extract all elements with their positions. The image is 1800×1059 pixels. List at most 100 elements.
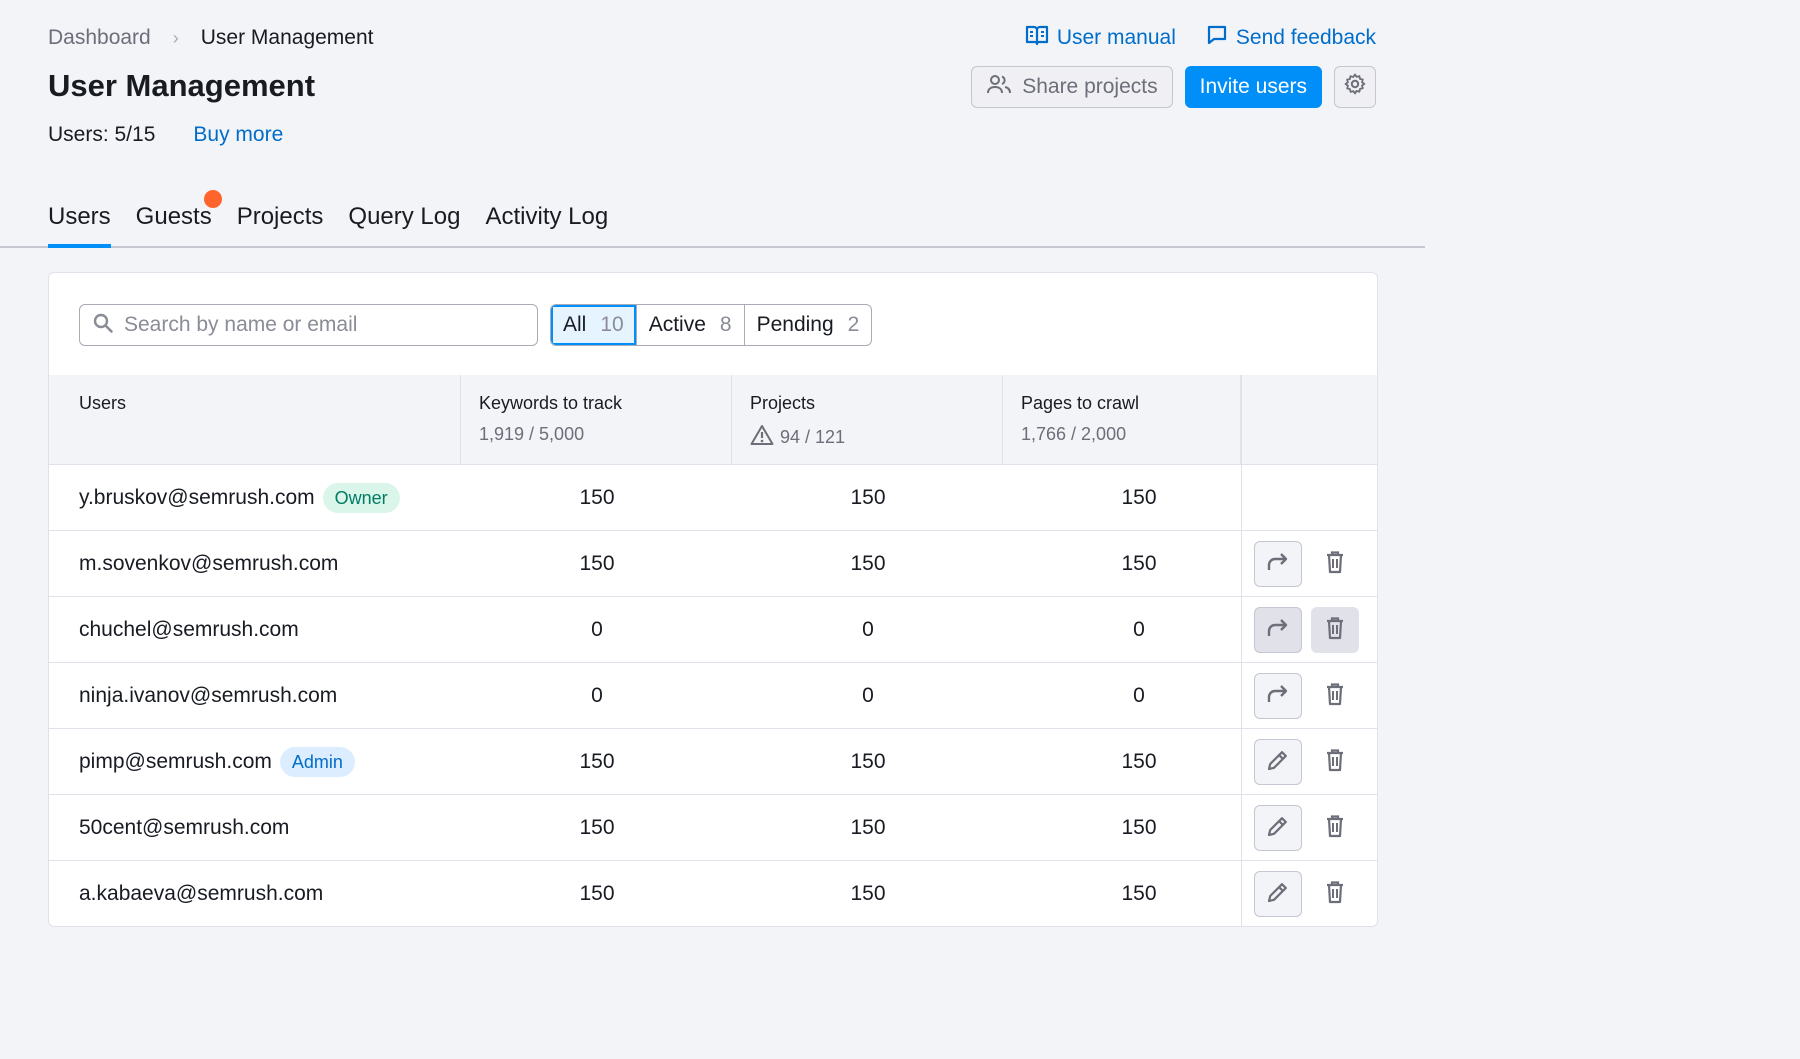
status-filter: All 10 Active 8 Pending 2 [550,304,873,346]
redo-icon [1265,550,1291,579]
tab-activity-log[interactable]: Activity Log [485,196,608,248]
delete-user-button[interactable] [1311,673,1359,719]
redo-icon [1265,682,1291,711]
user-email: a.kabaeva@semrush.com [79,882,324,905]
filter-all-count: 10 [600,313,624,336]
tab-projects[interactable]: Projects [237,196,324,248]
table-row[interactable]: 50cent@semrush.com 150 150 150 [49,795,1377,861]
users-icon [986,73,1012,101]
user-manual-link[interactable]: User manual [1025,24,1176,52]
tab-activity-log-label: Activity Log [485,203,609,230]
keywords-value: 150 [579,750,615,773]
table-toolbar: All 10 Active 8 Pending 2 [79,304,873,346]
column-projects-title: Projects [750,393,816,413]
resend-invite-button[interactable] [1254,607,1302,653]
pages-value: 150 [1121,882,1157,905]
keywords-value: 150 [579,486,615,509]
row-actions [1241,465,1377,531]
search-box [79,304,538,346]
pencil-icon [1266,814,1290,843]
row-actions [1241,861,1377,926]
owner-badge: Owner [322,483,400,513]
table-row[interactable]: pimp@semrush.com Admin 150 150 150 [49,729,1377,795]
tab-guests[interactable]: Guests [136,190,222,248]
row-actions [1241,729,1377,795]
search-input[interactable] [124,313,524,337]
breadcrumb-dashboard-link[interactable]: Dashboard [48,26,151,50]
column-projects[interactable]: Projects 94 / 121 [732,375,1003,465]
edit-user-button[interactable] [1254,871,1302,917]
tab-query-log-label: Query Log [348,203,461,230]
table-header: Users Keywords to track 1,919 / 5,000 Pr… [49,375,1377,465]
table-row[interactable]: y.bruskov@semrush.com Owner 150 150 150 [49,465,1377,531]
filter-active-count: 8 [719,313,732,336]
pages-value: 0 [1133,684,1145,707]
notification-dot [203,190,222,208]
delete-user-button[interactable] [1311,871,1359,917]
resend-invite-button[interactable] [1254,673,1302,719]
projects-value: 150 [850,552,886,575]
projects-value: 150 [850,816,886,839]
share-projects-button[interactable]: Share projects [971,66,1173,108]
column-keywords[interactable]: Keywords to track 1,919 / 5,000 [461,375,732,465]
table-row[interactable]: chuchel@semrush.com 0 0 0 [49,597,1377,663]
edit-user-button[interactable] [1254,739,1302,785]
keywords-value: 0 [591,618,603,641]
breadcrumb: Dashboard › User Management [48,26,373,50]
trash-icon [1324,550,1346,579]
keywords-value: 0 [591,684,603,707]
table-row[interactable]: m.sovenkov@semrush.com 150 150 150 [49,531,1377,597]
keywords-value: 150 [579,816,615,839]
projects-value: 150 [850,882,886,905]
column-pages-title: Pages to crawl [1021,393,1140,413]
send-feedback-label: Send feedback [1235,26,1376,49]
table-row[interactable]: a.kabaeva@semrush.com 150 150 150 [49,861,1377,926]
pages-value: 150 [1121,750,1157,773]
column-pages[interactable]: Pages to crawl 1,766 / 2,000 [1003,375,1241,465]
row-actions [1241,663,1377,729]
send-feedback-link[interactable]: Send feedback [1206,24,1376,52]
redo-icon [1265,616,1291,645]
delete-user-button[interactable] [1311,739,1359,785]
column-users[interactable]: Users [49,375,461,465]
buy-more-link[interactable]: Buy more [193,123,283,147]
delete-user-button[interactable] [1311,805,1359,851]
message-icon [1206,24,1228,52]
resend-invite-button[interactable] [1254,541,1302,587]
breadcrumb-current: User Management [200,26,374,49]
pages-value: 0 [1133,618,1145,641]
table-row[interactable]: ninja.ivanov@semrush.com 0 0 0 [49,663,1377,729]
invite-users-button[interactable]: Invite users [1184,66,1322,108]
trash-icon [1324,880,1346,909]
projects-value: 0 [862,618,874,641]
filter-all-label: All [563,313,587,336]
pages-value: 150 [1121,816,1157,839]
filter-active[interactable]: Active 8 [635,305,744,345]
trash-icon [1324,814,1346,843]
column-users-title: Users [79,393,127,413]
user-email: y.bruskov@semrush.com [79,486,315,509]
tab-users[interactable]: Users [48,196,111,248]
trash-icon [1324,748,1346,777]
share-projects-label: Share projects [1022,75,1158,98]
top-links: User manual Send feedback [1025,24,1376,52]
admin-badge: Admin [279,747,355,777]
delete-user-button[interactable] [1311,541,1359,587]
column-keywords-usage: 1,919 / 5,000 [479,424,585,444]
column-pages-usage: 1,766 / 2,000 [1021,424,1127,444]
tab-query-log[interactable]: Query Log [348,196,460,248]
user-email: chuchel@semrush.com [79,618,299,641]
delete-user-button[interactable] [1311,607,1359,653]
trash-icon [1324,616,1346,645]
column-projects-usage: 94 / 121 [780,427,846,447]
pages-value: 150 [1121,486,1157,509]
warning-icon [750,424,774,451]
header-actions: Share projects Invite users [971,66,1376,108]
settings-button[interactable] [1334,66,1376,108]
projects-value: 150 [850,486,886,509]
filter-all[interactable]: All 10 [551,305,636,345]
row-actions [1241,531,1377,597]
filter-pending[interactable]: Pending 2 [743,305,872,345]
user-manual-label: User manual [1056,26,1176,49]
edit-user-button[interactable] [1254,805,1302,851]
